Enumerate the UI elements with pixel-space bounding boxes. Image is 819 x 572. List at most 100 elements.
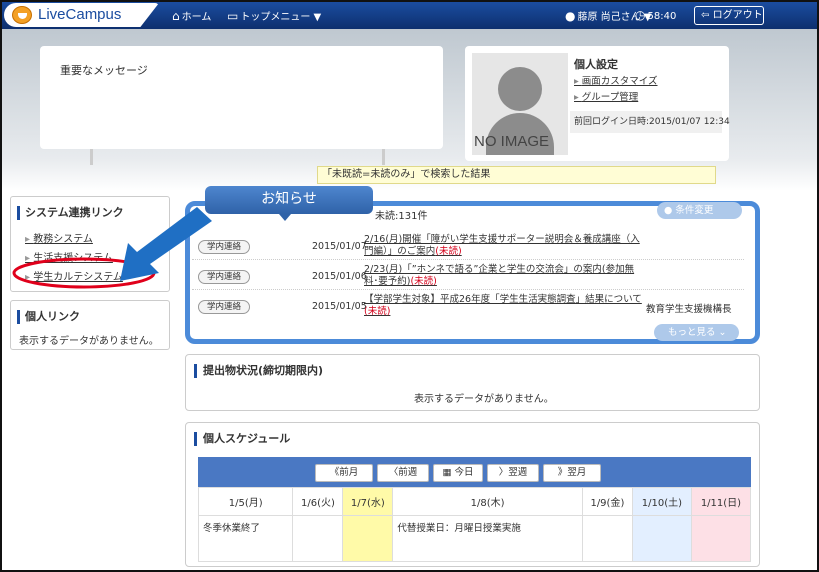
day-header-today: 1/7(水) (342, 487, 394, 516)
schedule-navigation-bar: 《前月 〈前週 ▦ 今日 〉翌週 》翌月 (198, 457, 751, 487)
day-cell-today[interactable] (342, 515, 394, 562)
schedule-header-row: 1/5(月) 1/6(火) 1/7(水) 1/8(木) 1/9(金) 1/10(… (197, 487, 752, 516)
profile-panel: NO IMAGE 個人設定 画面カスタマイズ グループ管理 前回ログイン日時:2… (465, 46, 730, 161)
day-header: 1/9(金) (581, 487, 633, 516)
avatar-head-icon (498, 67, 542, 111)
monitor-icon: ▭ (227, 9, 239, 23)
logout-button[interactable]: ⇦ ログアウト (694, 6, 764, 25)
schedule-title: 個人スケジュール (194, 432, 290, 446)
more-button[interactable]: もっと見る ⌄ (654, 324, 739, 341)
smiley-logo-icon (12, 6, 32, 24)
logout-icon: ⇦ (701, 10, 710, 21)
day-cell-sunday[interactable] (690, 515, 752, 562)
submissions-title: 提出物状況(締切期限内) (194, 364, 323, 378)
day-cell[interactable]: 冬季休業終了 (197, 515, 294, 562)
previous-month-button[interactable]: 《前月 (315, 464, 373, 482)
today-button[interactable]: ▦ 今日 (433, 464, 483, 482)
notice-date: 2015/01/06 (312, 271, 367, 282)
previous-month-label: 前月 (339, 467, 359, 478)
double-chevron-left-icon: 《 (329, 467, 340, 478)
unread-count: 未読:131件 (375, 211, 428, 222)
next-month-label: 翌月 (567, 467, 587, 478)
user-icon: ● (565, 9, 576, 23)
change-conditions-label: 条件変更 (675, 205, 714, 216)
chevron-left-icon: 〈 (388, 467, 399, 478)
day-header: 1/8(木) (392, 487, 583, 516)
screen-customize-link[interactable]: 画面カスタマイズ (574, 73, 658, 87)
category-tag: 学内連絡 (198, 240, 250, 254)
category-tag: 学内連絡 (198, 300, 250, 314)
list-item: 学内連絡 2015/01/07 2/16(月)開催「障がい学生支援サポーター説明… (192, 232, 744, 260)
app-name: LiveCampus (38, 6, 122, 23)
change-conditions-button[interactable]: ● 条件変更 (657, 202, 742, 219)
important-message-title: 重要なメッセージ (60, 64, 148, 77)
list-item: 学内連絡 2015/01/06 2/23(月)「”ホンネで語る”企業と学生の交流… (192, 262, 744, 290)
unread-status: (未読) (435, 246, 462, 257)
unread-status: (未読) (410, 276, 437, 287)
day-header-saturday: 1/10(土) (631, 487, 692, 516)
schedule-table: 1/5(月) 1/6(火) 1/7(水) 1/8(木) 1/9(金) 1/10(… (197, 487, 752, 562)
sidebar-item-life-support-system[interactable]: 生活支援システム (25, 249, 113, 264)
notice-title: 2/23(月)「”ホンネで語る”企業と学生の交流会」の案内(参加無料･要予約) (364, 264, 635, 287)
next-month-button[interactable]: 》翌月 (543, 464, 601, 482)
system-links-title: システム連携リンク (17, 206, 124, 220)
next-week-label: 翌週 (508, 467, 528, 478)
day-cell[interactable] (292, 515, 344, 562)
previous-week-label: 前週 (398, 467, 418, 478)
schedule-events-row: 冬季休業終了 代替授業日：月曜日授業実施 (197, 515, 752, 562)
home-icon: ⌂ (172, 9, 180, 23)
no-image-label: NO IMAGE (474, 133, 550, 150)
user-name: 藤原 尚己さん (577, 12, 641, 23)
personal-links-empty: 表示するデータがありません。 (19, 336, 159, 347)
search-result-note: 「未既読=未読のみ」で検索した結果 (317, 166, 716, 184)
more-label: もっと見る (668, 327, 716, 338)
category-tag: 学内連絡 (198, 270, 250, 284)
top-navigation-bar: LiveCampus ⌂ ホーム ▭ トップメニュー ▼ ● 藤原 尚己さん ▼ ◷ 5… (2, 2, 817, 29)
unread-status: (未読) (364, 306, 391, 317)
list-item: 学内連絡 2015/01/05 【学部学生対象】平成26年度「学生生活実態調査」… (192, 292, 744, 320)
notice-title-link[interactable]: 2/23(月)「”ホンネで語る”企業と学生の交流会」の案内(参加無料･要予約)(… (364, 264, 644, 288)
next-week-button[interactable]: 〉翌週 (487, 464, 539, 482)
personal-links-title: 個人リンク (17, 310, 80, 324)
important-message-panel: 重要なメッセージ (40, 46, 443, 149)
day-header-sunday: 1/11(日) (690, 487, 752, 516)
sidebar-item-academic-system[interactable]: 教務システム (25, 230, 93, 245)
today-label: 今日 (454, 467, 474, 478)
day-header: 1/6(火) (292, 487, 344, 516)
stopwatch-icon: ◷ (635, 8, 646, 22)
top-menu-label: トップメニュー (240, 12, 311, 23)
notice-title-link[interactable]: 【学部学生対象】平成26年度「学生生活実態調査」結果について(未読) (364, 294, 644, 318)
notice-organization: 教育学生支援機構長 (646, 304, 732, 315)
sidebar-item-student-karte-system[interactable]: 学生カルテシステム (25, 268, 123, 283)
chevron-down-icon: ⌄ (718, 327, 727, 338)
notice-date: 2015/01/07 (312, 241, 367, 252)
double-chevron-right-icon: 》 (557, 467, 568, 478)
session-timer: ◷ 58:40 (635, 8, 676, 22)
submissions-empty: 表示するデータがありません。 (414, 394, 554, 405)
day-header: 1/5(月) (197, 487, 294, 516)
top-menu-dropdown[interactable]: ▭ トップメニュー ▼ (227, 8, 321, 23)
home-link[interactable]: ⌂ ホーム (172, 8, 211, 23)
day-cell[interactable]: 代替授業日：月曜日授業実施 (392, 515, 583, 562)
panel-post (90, 149, 93, 165)
chevron-right-icon: 〉 (498, 467, 509, 478)
notice-title: 2/16(月)開催「障がい学生支援サポーター説明会＆養成講座（入門編）」のご案内 (364, 234, 640, 257)
home-label: ホーム (181, 12, 212, 23)
group-management-link[interactable]: グループ管理 (574, 89, 638, 103)
logout-label: ログアウト (712, 10, 763, 21)
previous-week-button[interactable]: 〈前週 (377, 464, 429, 482)
notices-tab: お知らせ (205, 186, 373, 221)
browser-frame: LiveCampus ⌂ ホーム ▭ トップメニュー ▼ ● 藤原 尚己さん ▼ ◷ 5… (0, 0, 819, 572)
day-cell-saturday[interactable] (631, 515, 692, 562)
personal-links-panel: 個人リンク 表示するデータがありません。 (10, 300, 170, 350)
timer-value: 58:40 (647, 11, 677, 22)
notice-title: 【学部学生対象】平成26年度「学生生活実態調査」結果について (364, 294, 642, 305)
panel-post (382, 149, 385, 165)
livecampus-logo[interactable]: LiveCampus (4, 3, 159, 27)
last-login: 前回ログイン日時:2015/01/07 12:34 (570, 111, 730, 133)
notice-date: 2015/01/05 (312, 301, 367, 312)
day-cell[interactable] (581, 515, 633, 562)
calendar-icon: ▦ (442, 467, 452, 478)
notice-title-link[interactable]: 2/16(月)開催「障がい学生支援サポーター説明会＆養成講座（入門編）」のご案内… (364, 234, 644, 258)
personal-settings-title: 個人設定 (574, 58, 618, 71)
